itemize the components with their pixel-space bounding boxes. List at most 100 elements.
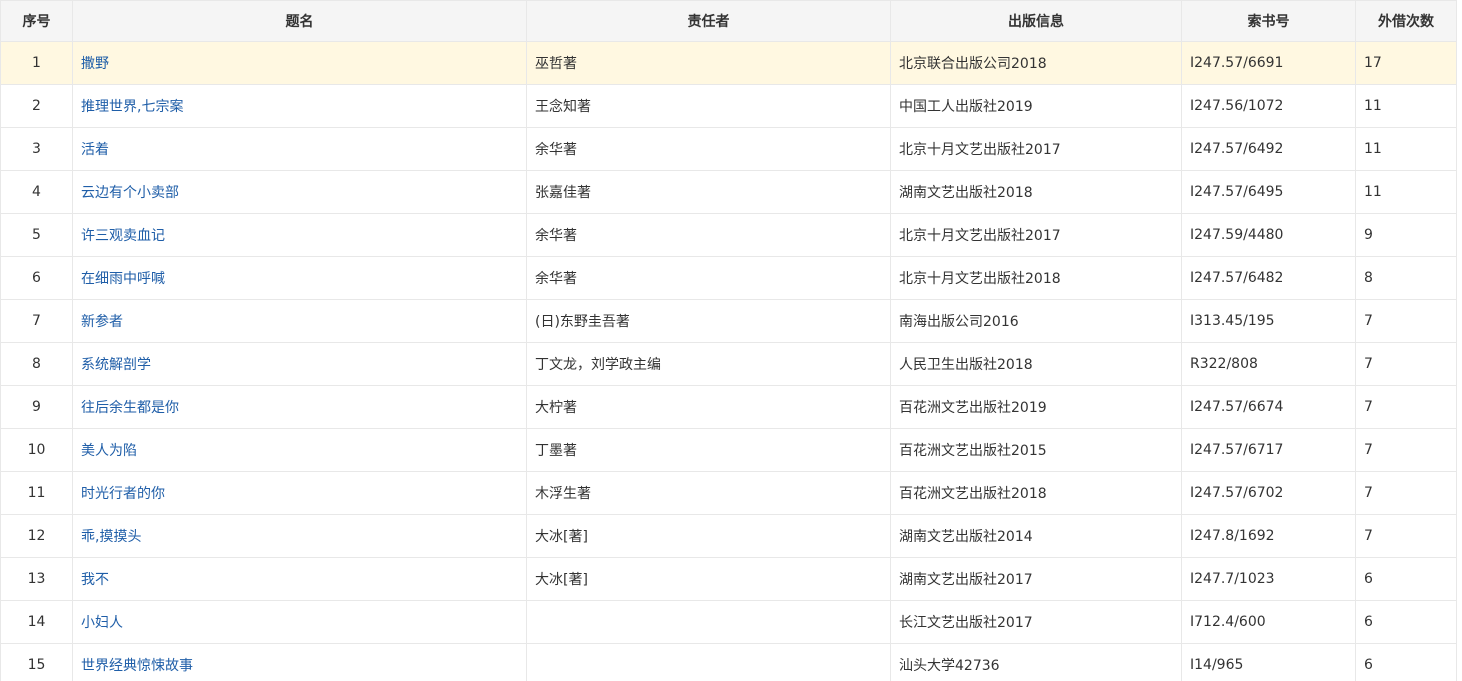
header-title: 题名 — [72, 0, 527, 42]
cell-author: 余华著 — [526, 127, 891, 171]
cell-author: 大柠著 — [526, 385, 891, 429]
cell-loans: 6 — [1355, 557, 1457, 601]
header-seq: 序号 — [0, 0, 73, 42]
cell-title: 乖,摸摸头 — [72, 514, 527, 558]
book-title-link[interactable]: 许三观卖血记 — [81, 228, 165, 244]
header-author: 责任者 — [526, 0, 891, 42]
table-row: 11 时光行者的你 木浮生著 百花洲文艺出版社2018 I247.57/6702 7 — [0, 471, 1457, 515]
book-title-link[interactable]: 撒野 — [81, 56, 109, 72]
cell-seq: 6 — [0, 256, 73, 300]
table-row: 14 小妇人 长江文艺出版社2017 I712.4/600 6 — [0, 600, 1457, 644]
book-title-link[interactable]: 往后余生都是你 — [81, 400, 179, 416]
cell-loans: 6 — [1355, 600, 1457, 644]
table-row: 12 乖,摸摸头 大冰[著] 湖南文艺出版社2014 I247.8/1692 7 — [0, 514, 1457, 558]
book-title-link[interactable]: 时光行者的你 — [81, 486, 165, 502]
cell-call-number: I247.57/6674 — [1181, 385, 1356, 429]
cell-seq: 10 — [0, 428, 73, 472]
cell-author: 木浮生著 — [526, 471, 891, 515]
cell-loans: 17 — [1355, 41, 1457, 85]
cell-title: 在细雨中呼喊 — [72, 256, 527, 300]
cell-author: (日)东野圭吾著 — [526, 299, 891, 343]
table-body: 1 撒野 巫哲著 北京联合出版公司2018 I247.57/6691 17 2 推理世界,七宗… — [0, 41, 1457, 681]
book-title-link[interactable]: 小妇人 — [81, 615, 123, 631]
cell-publication: 南海出版公司2016 — [890, 299, 1182, 343]
cell-title: 云边有个小卖部 — [72, 170, 527, 214]
cell-title: 许三观卖血记 — [72, 213, 527, 257]
cell-call-number: I247.57/6691 — [1181, 41, 1356, 85]
book-title-link[interactable]: 活着 — [81, 142, 109, 158]
cell-seq: 5 — [0, 213, 73, 257]
table-row: 2 推理世界,七宗案 王念知著 中国工人出版社2019 I247.56/1072 11 — [0, 84, 1457, 128]
cell-loans: 7 — [1355, 471, 1457, 515]
table-header: 序号 题名 责任者 出版信息 索书号 外借次数 — [0, 0, 1457, 42]
cell-call-number: I247.56/1072 — [1181, 84, 1356, 128]
cell-publication: 百花洲文艺出版社2015 — [890, 428, 1182, 472]
cell-loans: 6 — [1355, 643, 1457, 681]
cell-loans: 7 — [1355, 342, 1457, 386]
cell-loans: 7 — [1355, 299, 1457, 343]
cell-title: 推理世界,七宗案 — [72, 84, 527, 128]
cell-publication: 人民卫生出版社2018 — [890, 342, 1182, 386]
cell-title: 新参者 — [72, 299, 527, 343]
table-row: 7 新参者 (日)东野圭吾著 南海出版公司2016 I313.45/195 7 — [0, 299, 1457, 343]
cell-call-number: R322/808 — [1181, 342, 1356, 386]
table-row: 3 活着 余华著 北京十月文艺出版社2017 I247.57/6492 11 — [0, 127, 1457, 171]
cell-publication: 汕头大学42736 — [890, 643, 1182, 681]
cell-publication: 北京联合出版公司2018 — [890, 41, 1182, 85]
book-title-link[interactable]: 乖,摸摸头 — [81, 529, 141, 545]
table-row: 5 许三观卖血记 余华著 北京十月文艺出版社2017 I247.59/4480 9 — [0, 213, 1457, 257]
cell-title: 世界经典惊悚故事 — [72, 643, 527, 681]
cell-seq: 15 — [0, 643, 73, 681]
cell-publication: 湖南文艺出版社2018 — [890, 170, 1182, 214]
cell-author: 大冰[著] — [526, 557, 891, 601]
cell-call-number: I247.57/6495 — [1181, 170, 1356, 214]
cell-loans: 11 — [1355, 127, 1457, 171]
table-row: 9 往后余生都是你 大柠著 百花洲文艺出版社2019 I247.57/6674 7 — [0, 385, 1457, 429]
cell-seq: 8 — [0, 342, 73, 386]
book-title-link[interactable]: 云边有个小卖部 — [81, 185, 179, 201]
book-title-link[interactable]: 在细雨中呼喊 — [81, 271, 165, 287]
cell-seq: 4 — [0, 170, 73, 214]
book-title-link[interactable]: 推理世界,七宗案 — [81, 99, 183, 115]
book-title-link[interactable]: 美人为陷 — [81, 443, 137, 459]
book-title-link[interactable]: 世界经典惊悚故事 — [81, 658, 193, 674]
book-title-link[interactable]: 系统解剖学 — [81, 357, 151, 373]
cell-publication: 北京十月文艺出版社2017 — [890, 127, 1182, 171]
book-title-link[interactable]: 我不 — [81, 572, 109, 588]
cell-seq: 13 — [0, 557, 73, 601]
table-row: 6 在细雨中呼喊 余华著 北京十月文艺出版社2018 I247.57/6482 8 — [0, 256, 1457, 300]
cell-seq: 3 — [0, 127, 73, 171]
cell-call-number: I247.7/1023 — [1181, 557, 1356, 601]
cell-call-number: I247.8/1692 — [1181, 514, 1356, 558]
table-row: 10 美人为陷 丁墨著 百花洲文艺出版社2015 I247.57/6717 7 — [0, 428, 1457, 472]
cell-publication: 北京十月文艺出版社2018 — [890, 256, 1182, 300]
header-row: 序号 题名 责任者 出版信息 索书号 外借次数 — [0, 0, 1457, 42]
cell-publication: 北京十月文艺出版社2017 — [890, 213, 1182, 257]
cell-publication: 百花洲文艺出版社2018 — [890, 471, 1182, 515]
cell-author: 王念知著 — [526, 84, 891, 128]
cell-seq: 2 — [0, 84, 73, 128]
table-row: 15 世界经典惊悚故事 汕头大学42736 I14/965 6 — [0, 643, 1457, 681]
book-title-link[interactable]: 新参者 — [81, 314, 123, 330]
cell-author: 余华著 — [526, 213, 891, 257]
cell-title: 我不 — [72, 557, 527, 601]
cell-publication: 中国工人出版社2019 — [890, 84, 1182, 128]
cell-author — [526, 643, 891, 681]
table-row: 4 云边有个小卖部 张嘉佳著 湖南文艺出版社2018 I247.57/6495 11 — [0, 170, 1457, 214]
header-publication: 出版信息 — [890, 0, 1182, 42]
cell-seq: 9 — [0, 385, 73, 429]
cell-loans: 11 — [1355, 84, 1457, 128]
table-row: 13 我不 大冰[著] 湖南文艺出版社2017 I247.7/1023 6 — [0, 557, 1457, 601]
cell-call-number: I313.45/195 — [1181, 299, 1356, 343]
cell-seq: 14 — [0, 600, 73, 644]
cell-loans: 11 — [1355, 170, 1457, 214]
table-row: 1 撒野 巫哲著 北京联合出版公司2018 I247.57/6691 17 — [0, 41, 1457, 85]
cell-author: 丁文龙，刘学政主编 — [526, 342, 891, 386]
cell-call-number: I247.59/4480 — [1181, 213, 1356, 257]
cell-seq: 11 — [0, 471, 73, 515]
cell-title: 时光行者的你 — [72, 471, 527, 515]
cell-publication: 长江文艺出版社2017 — [890, 600, 1182, 644]
cell-loans: 8 — [1355, 256, 1457, 300]
cell-call-number: I712.4/600 — [1181, 600, 1356, 644]
cell-call-number: I247.57/6482 — [1181, 256, 1356, 300]
